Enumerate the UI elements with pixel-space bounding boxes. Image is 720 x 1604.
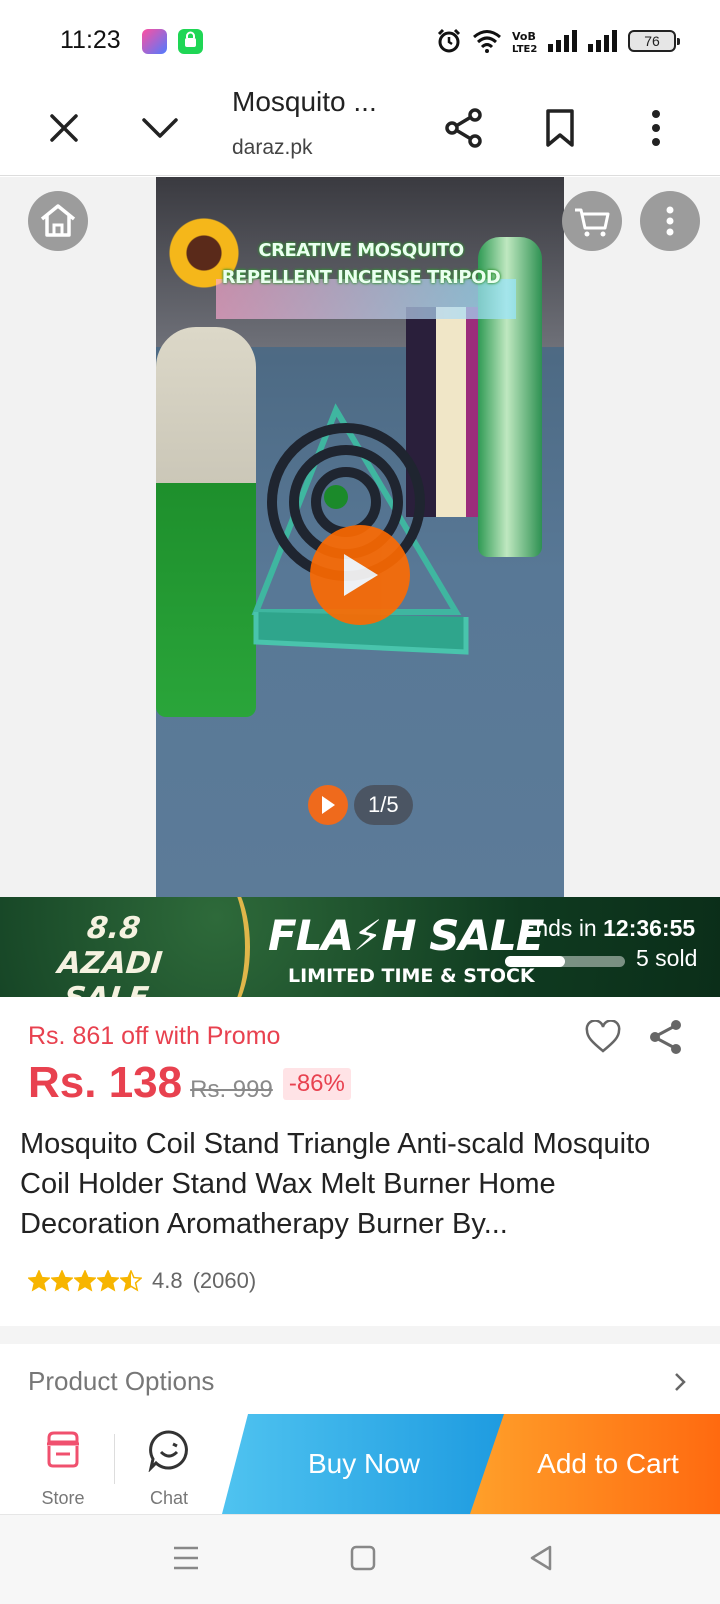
- star-icon: [51, 1270, 73, 1292]
- play-icon: [322, 796, 335, 814]
- flash-sale-subtitle: LIMITED TIME & STOCK: [288, 965, 535, 987]
- home-icon: [40, 204, 76, 237]
- share-icon: [445, 108, 482, 148]
- countdown-timer: 12:36:55: [603, 915, 696, 941]
- chevron-down-icon: [142, 118, 178, 138]
- signal-icon-2: [588, 30, 617, 52]
- rating-value: 4.8: [152, 1268, 183, 1293]
- cart-button[interactable]: [562, 191, 622, 251]
- svg-text:VoB: VoB: [512, 30, 536, 43]
- product-title: Mosquito Coil Stand Triangle Anti-scald …: [20, 1128, 651, 1240]
- status-time: 11:23: [60, 26, 121, 54]
- play-icon: [344, 554, 378, 596]
- browser-menu-button[interactable]: [630, 102, 682, 154]
- battery-indicator: 76: [628, 30, 680, 52]
- star-icon: [28, 1270, 50, 1292]
- heart-icon: [585, 1019, 621, 1053]
- star-icon: [74, 1270, 96, 1292]
- collapse-button[interactable]: [134, 102, 186, 154]
- section-divider: [0, 1326, 720, 1344]
- store-app-icon: [178, 29, 203, 54]
- photos-app-icon: [142, 29, 167, 54]
- product-media: CREATIVE MOSQUITO REPELLENT INCENSE TRIP…: [0, 177, 720, 897]
- chevron-right-icon: [675, 1373, 686, 1391]
- page-url[interactable]: daraz.pk: [232, 136, 313, 160]
- store-icon: [47, 1431, 79, 1468]
- recents-icon[interactable]: [172, 1545, 200, 1571]
- more-vertical-icon: [666, 206, 674, 236]
- product-options-label: Product Options: [28, 1366, 215, 1396]
- chat-button[interactable]: Chat: [124, 1414, 214, 1514]
- rating-stars: [28, 1270, 142, 1292]
- promo-text[interactable]: Rs. 861 off with Promo: [28, 1022, 280, 1051]
- product-share-button[interactable]: [648, 1018, 684, 1061]
- flash-sale-title: FLA⚡H SALE: [268, 911, 544, 960]
- volte-icon: VoBLTE2: [512, 30, 537, 53]
- svg-text:LTE2: LTE2: [512, 44, 537, 53]
- bookmark-button[interactable]: [534, 102, 586, 154]
- home-button[interactable]: [28, 191, 88, 251]
- buy-now-button[interactable]: Buy Now: [222, 1414, 506, 1514]
- video-caption: CREATIVE MOSQUITO REPELLENT INCENSE TRIP…: [221, 240, 501, 288]
- more-vertical-icon: [652, 110, 660, 146]
- flash-countdown: Ends in 12:36:55: [520, 915, 695, 942]
- bookmark-icon: [546, 109, 574, 147]
- star-icon: [97, 1270, 119, 1292]
- product-rating[interactable]: 4.8 (2060): [28, 1268, 256, 1294]
- system-navigation-bar: [0, 1514, 720, 1604]
- discount-badge: -86%: [282, 1068, 351, 1100]
- chat-label: Chat: [149, 1488, 189, 1508]
- campaign-logo: 8.8 AZADI SALE: [56, 911, 164, 997]
- rating-count: (2060): [192, 1268, 257, 1293]
- store-button[interactable]: Store: [18, 1414, 108, 1514]
- close-button[interactable]: [38, 102, 90, 154]
- star-icon: [120, 1270, 142, 1292]
- cart-icon: [575, 208, 610, 237]
- home-nav-icon[interactable]: [350, 1545, 376, 1571]
- original-price: Rs. 999: [190, 1076, 273, 1103]
- chat-icon: [148, 1430, 188, 1472]
- flash-sale-banner[interactable]: 8.8 AZADI SALE FLA⚡H SALE LIMITED TIME &…: [0, 897, 720, 997]
- alarm-icon: [437, 28, 461, 53]
- video-indicator-button[interactable]: [308, 785, 348, 825]
- page-title: Mosquito ...: [232, 86, 377, 117]
- signal-icon-1: [548, 30, 577, 52]
- sold-count: 5 sold: [636, 945, 698, 971]
- countdown-label: Ends in: [520, 915, 597, 941]
- action-bar: Store Chat Buy Now Add to Cart: [0, 1414, 720, 1514]
- store-label: Store: [41, 1488, 85, 1508]
- sold-progress-bar: [505, 956, 625, 967]
- status-icons: VoB LTE2 76: [436, 26, 680, 56]
- product-options-row[interactable]: Product Options: [0, 1344, 720, 1414]
- media-more-button[interactable]: [640, 191, 700, 251]
- sold-progress-fill: [505, 956, 565, 967]
- media-counter[interactable]: 1/5: [308, 785, 413, 825]
- image-counter: 1/5: [354, 785, 413, 825]
- wifi-icon: [473, 30, 501, 53]
- back-icon[interactable]: [528, 1545, 554, 1571]
- status-bar: 11:23 VoB LTE2 76: [0, 0, 720, 80]
- current-price: Rs. 138: [28, 1058, 183, 1107]
- price-row: Rs. 138 Rs. 999 -86%: [28, 1058, 351, 1110]
- close-icon: [50, 114, 78, 142]
- share-icon: [650, 1020, 681, 1054]
- share-button[interactable]: [438, 102, 490, 154]
- wishlist-button[interactable]: [584, 1019, 622, 1059]
- add-to-cart-button[interactable]: Add to Cart: [470, 1414, 720, 1514]
- video-play-button[interactable]: [310, 525, 410, 625]
